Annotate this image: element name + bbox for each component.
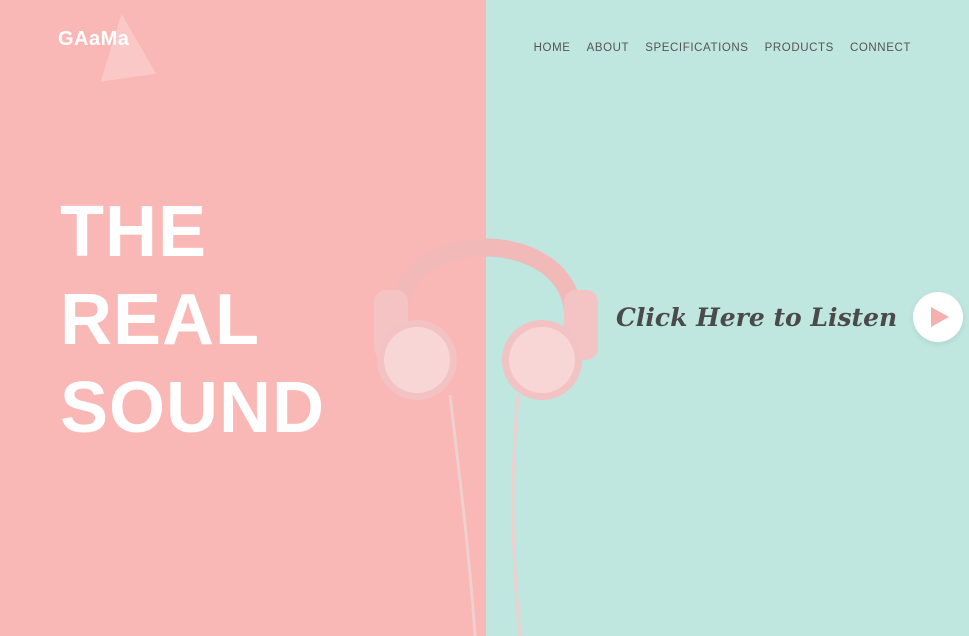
hero-heading: THE REAL SOUND: [60, 188, 325, 452]
nav-products[interactable]: PRODUCTS: [765, 42, 834, 54]
nav-home[interactable]: HOME: [534, 42, 571, 54]
nav-connect[interactable]: CONNECT: [850, 42, 911, 54]
play-icon: [931, 307, 950, 327]
logo[interactable]: GAaMa: [58, 10, 168, 82]
main-nav: HOME ABOUT SPECIFICATIONS PRODUCTS CONNE…: [534, 42, 911, 54]
play-button[interactable]: [913, 292, 964, 342]
listen-label: Click Here to Listen: [616, 302, 898, 332]
headphones-image: [374, 238, 598, 636]
listen-cta[interactable]: Click Here to Listen: [616, 292, 964, 342]
nav-about[interactable]: ABOUT: [587, 42, 630, 54]
nav-specifications[interactable]: SPECIFICATIONS: [645, 42, 748, 54]
hero-line-2: REAL: [60, 280, 260, 360]
logo-text: GAaMa: [58, 28, 130, 50]
hero-line-1: THE: [60, 192, 207, 272]
hero-line-3: SOUND: [60, 368, 326, 448]
